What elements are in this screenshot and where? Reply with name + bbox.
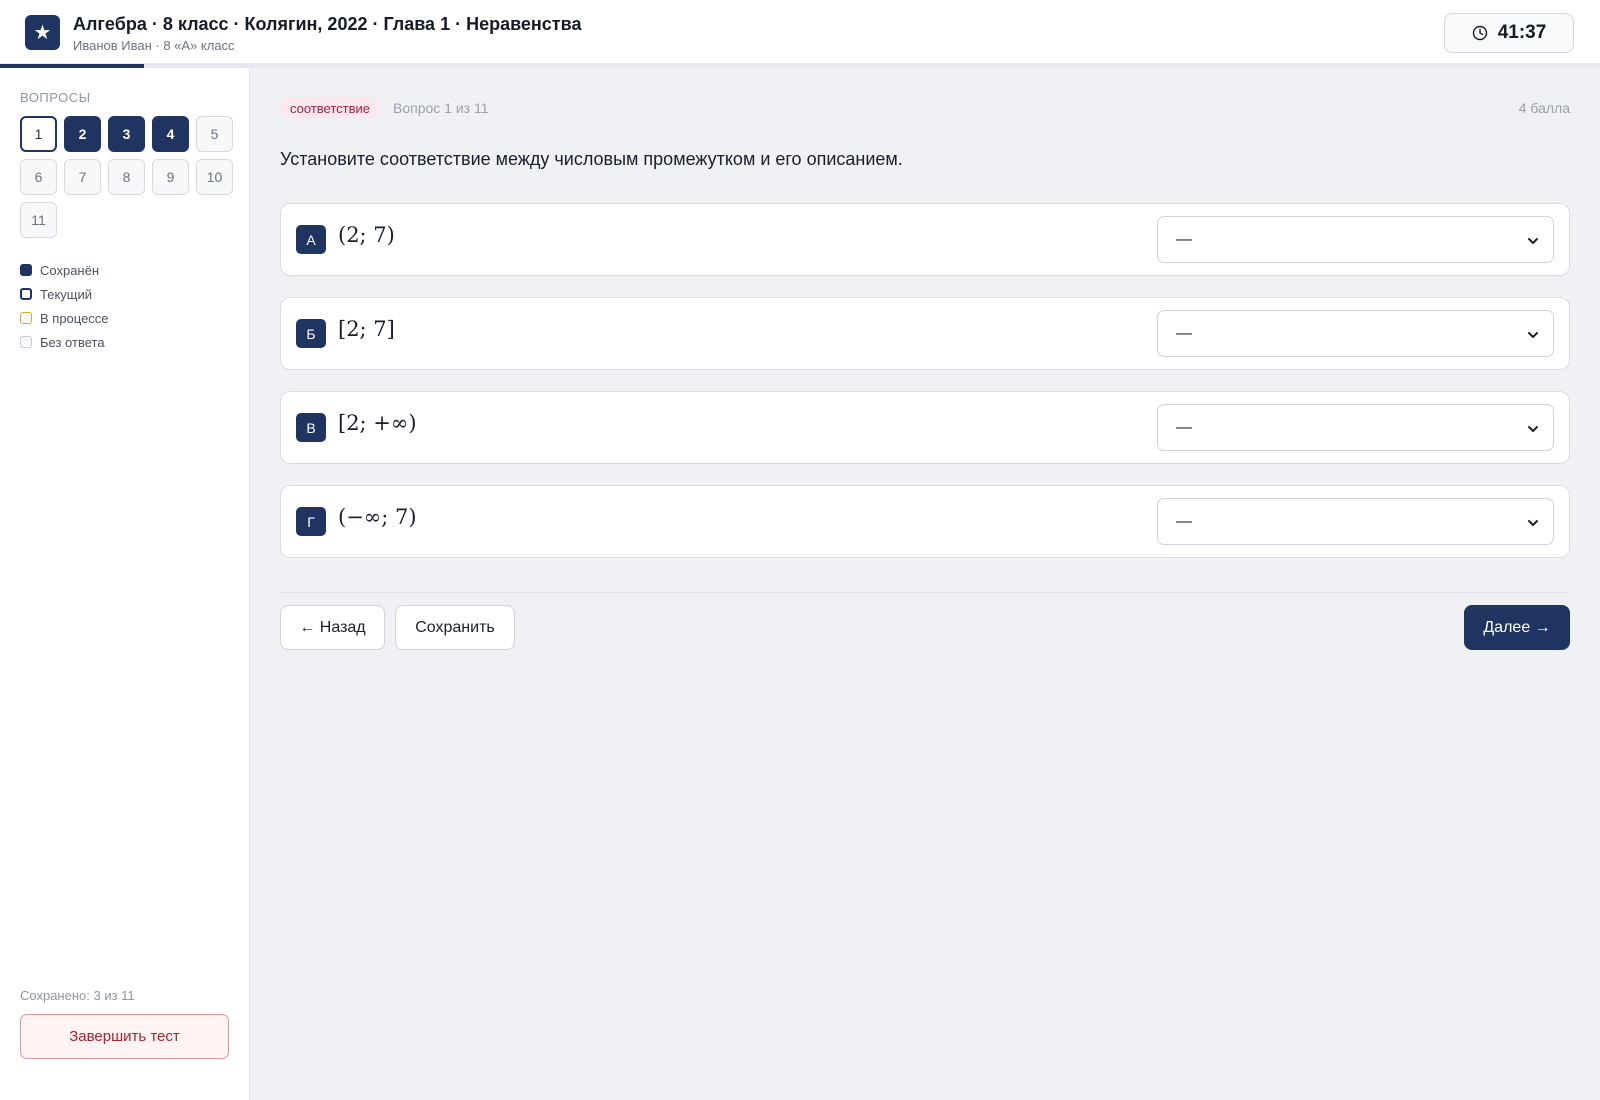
legend-swatch-icon: [20, 312, 32, 324]
legend-label: Текущий: [40, 286, 92, 302]
clock-icon: [1472, 25, 1487, 41]
next-button[interactable]: Далее →: [1464, 605, 1570, 650]
row-letter-badge: Б: [296, 319, 326, 348]
question-prompt: Установите соответствие между числовым п…: [280, 149, 903, 169]
sidebar: ВОПРОСЫ 1 2 3 4 5 6 7 8 9 10 11 Сохранён Текущий В п…: [0, 68, 250, 1100]
question-nav-button-9[interactable]: 9: [152, 159, 189, 195]
page-title: Алгебра · 8 класс · Колягин, 2022 · Глав…: [73, 14, 582, 34]
questions-heading: ВОПРОСЫ: [20, 90, 91, 105]
student-info: Иванов Иван · 8 «А» класс: [73, 38, 235, 53]
legend-swatch-icon: [20, 288, 32, 300]
question-nav-button-2[interactable]: 2: [64, 116, 101, 152]
question-panel: соответствие Вопрос 1 из 11 4 балла Уста…: [250, 68, 1600, 1100]
question-nav-button-6[interactable]: 6: [20, 159, 57, 195]
saved-count: Сохранено: 3 из 11: [20, 988, 135, 1003]
question-type-badge: соответствие: [280, 97, 380, 119]
question-nav-button-7[interactable]: 7: [64, 159, 101, 195]
interval-expression: (−∞; 7): [338, 505, 417, 529]
question-nav-button-5[interactable]: 5: [196, 116, 233, 152]
save-button[interactable]: Сохранить: [395, 605, 515, 650]
matching-row: А (2; 7) —: [280, 203, 1570, 276]
timer-value: 41:37: [1497, 22, 1547, 43]
question-grid: 1 2 3 4 5 6 7 8 9 10 11: [20, 116, 236, 238]
answer-select[interactable]: —: [1157, 404, 1554, 451]
status-legend: Сохранён Текущий В процессе Без ответа: [20, 258, 109, 354]
legend-swatch-icon: [20, 264, 32, 276]
legend-item-saved: Сохранён: [20, 258, 109, 282]
back-button[interactable]: ← Назад: [280, 605, 385, 650]
divider: [280, 592, 1570, 593]
legend-label: В процессе: [40, 310, 109, 326]
legend-item-none: Без ответа: [20, 330, 109, 354]
legend-item-current: Текущий: [20, 282, 109, 306]
question-points: 4 балла: [1518, 100, 1570, 116]
answer-select-value: —: [1176, 324, 1192, 342]
legend-label: Без ответа: [40, 334, 105, 350]
question-nav-button-4[interactable]: 4: [152, 116, 189, 152]
legend-label: Сохранён: [40, 262, 100, 278]
chevron-down-icon: [1528, 332, 1538, 338]
interval-expression: [2; 7]: [338, 317, 395, 341]
chevron-down-icon: [1528, 238, 1538, 244]
answer-select[interactable]: —: [1157, 498, 1554, 545]
question-nav-button-3[interactable]: 3: [108, 116, 145, 152]
interval-expression: (2; 7): [338, 223, 395, 247]
answer-select-value: —: [1176, 230, 1192, 248]
legend-item-progress: В процессе: [20, 306, 109, 330]
question-nav-button-8[interactable]: 8: [108, 159, 145, 195]
question-nav-button-1[interactable]: 1: [20, 116, 57, 152]
question-number: Вопрос 1 из 11: [393, 100, 489, 116]
row-letter-badge: А: [296, 225, 326, 254]
matching-row: Г (−∞; 7) —: [280, 485, 1570, 558]
app-header: ★ Алгебра · 8 класс · Колягин, 2022 · Гл…: [0, 0, 1600, 64]
matching-row: Б [2; 7] —: [280, 297, 1570, 370]
star-logo-icon: ★: [25, 15, 60, 50]
chevron-down-icon: [1528, 426, 1538, 432]
row-letter-badge: Г: [296, 507, 326, 536]
answer-select[interactable]: —: [1157, 310, 1554, 357]
chevron-down-icon: [1528, 520, 1538, 526]
question-nav-button-11[interactable]: 11: [20, 202, 57, 238]
question-nav-button-10[interactable]: 10: [196, 159, 233, 195]
matching-rows: А (2; 7) — Б [2; 7] — В [2; +∞) — Г (−∞;…: [280, 203, 1570, 579]
timer: 41:37: [1444, 13, 1574, 53]
row-letter-badge: В: [296, 413, 326, 442]
answer-select[interactable]: —: [1157, 216, 1554, 263]
answer-select-value: —: [1176, 418, 1192, 436]
answer-select-value: —: [1176, 512, 1192, 530]
interval-expression: [2; +∞): [338, 411, 417, 435]
legend-swatch-icon: [20, 336, 32, 348]
finish-test-button[interactable]: Завершить тест: [20, 1014, 229, 1059]
matching-row: В [2; +∞) —: [280, 391, 1570, 464]
